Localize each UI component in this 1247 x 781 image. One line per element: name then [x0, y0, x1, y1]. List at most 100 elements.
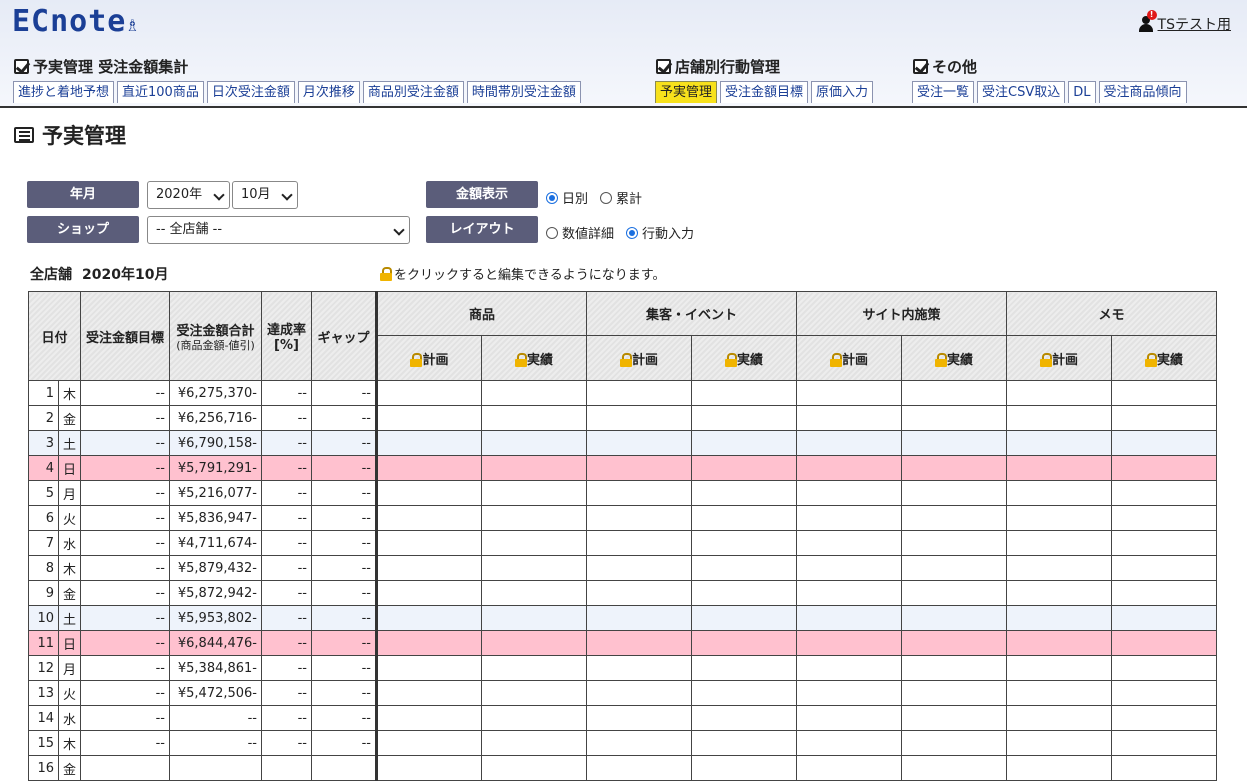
row-action-cell[interactable] — [1006, 705, 1112, 731]
row-action-cell[interactable] — [481, 430, 587, 456]
shop-select[interactable]: -- 全店舗 -- — [147, 216, 410, 244]
row-action-cell[interactable] — [375, 480, 482, 506]
row-action-cell[interactable] — [1111, 605, 1217, 631]
row-action-cell[interactable] — [691, 755, 797, 781]
row-action-cell[interactable] — [1006, 730, 1112, 756]
row-action-cell[interactable] — [1111, 405, 1217, 431]
row-action-cell[interactable] — [481, 680, 587, 706]
row-action-cell[interactable] — [481, 405, 587, 431]
row-action-cell[interactable] — [901, 455, 1007, 481]
row-action-cell[interactable] — [1111, 505, 1217, 531]
row-action-cell[interactable] — [1006, 755, 1112, 781]
row-action-cell[interactable] — [1111, 480, 1217, 506]
row-action-cell[interactable] — [375, 380, 482, 406]
row-action-cell[interactable] — [691, 680, 797, 706]
row-action-cell[interactable] — [586, 755, 692, 781]
row-action-cell[interactable] — [1006, 455, 1112, 481]
row-action-cell[interactable] — [1006, 580, 1112, 606]
row-action-cell[interactable] — [796, 605, 902, 631]
tab-progress[interactable]: 進捗と着地予想 — [13, 81, 115, 103]
row-action-cell[interactable] — [901, 655, 1007, 681]
row-action-cell[interactable] — [1006, 505, 1112, 531]
row-action-cell[interactable] — [1006, 555, 1112, 581]
row-action-cell[interactable] — [1111, 380, 1217, 406]
row-action-cell[interactable] — [481, 655, 587, 681]
row-action-cell[interactable] — [691, 430, 797, 456]
row-action-cell[interactable] — [481, 380, 587, 406]
row-action-cell[interactable] — [1111, 455, 1217, 481]
row-action-cell[interactable] — [901, 580, 1007, 606]
row-action-cell[interactable] — [796, 680, 902, 706]
tab-yojitsu-kanri[interactable]: 予実管理 — [655, 81, 718, 103]
row-action-cell[interactable] — [1006, 405, 1112, 431]
row-action-cell[interactable] — [901, 380, 1007, 406]
row-action-cell[interactable] — [586, 530, 692, 556]
radio-detail-label[interactable]: 数値詳細 — [562, 223, 614, 242]
month-select[interactable]: 10月 — [232, 181, 298, 209]
row-action-cell[interactable] — [796, 630, 902, 656]
row-action-cell[interactable] — [1111, 705, 1217, 731]
row-action-cell[interactable] — [375, 430, 482, 456]
row-action-cell[interactable] — [481, 730, 587, 756]
radio-cumulative[interactable] — [600, 191, 613, 204]
tab-product-trend[interactable]: 受注商品傾向 — [1098, 81, 1187, 103]
user-name-link[interactable]: TSテスト用 — [1158, 14, 1231, 34]
row-action-cell[interactable] — [796, 405, 902, 431]
row-action-cell[interactable] — [1111, 680, 1217, 706]
row-action-cell[interactable] — [1111, 755, 1217, 781]
row-action-cell[interactable] — [375, 505, 482, 531]
row-action-cell[interactable] — [375, 730, 482, 756]
row-action-cell[interactable] — [901, 430, 1007, 456]
row-action-cell[interactable] — [586, 605, 692, 631]
row-action-cell[interactable] — [481, 530, 587, 556]
row-action-cell[interactable] — [481, 705, 587, 731]
row-action-cell[interactable] — [375, 755, 482, 781]
row-action-cell[interactable] — [796, 705, 902, 731]
row-action-cell[interactable] — [691, 505, 797, 531]
row-action-cell[interactable] — [691, 380, 797, 406]
row-action-cell[interactable] — [691, 480, 797, 506]
radio-cumulative-label[interactable]: 累計 — [616, 188, 642, 207]
row-action-cell[interactable] — [481, 755, 587, 781]
row-action-cell[interactable] — [691, 730, 797, 756]
tab-product-orders[interactable]: 商品別受注金額 — [362, 81, 464, 103]
row-action-cell[interactable] — [1111, 530, 1217, 556]
row-action-cell[interactable] — [691, 455, 797, 481]
radio-detail[interactable] — [546, 226, 558, 239]
tab-order-target[interactable]: 受注金額目標 — [720, 81, 809, 103]
row-action-cell[interactable] — [481, 505, 587, 531]
row-action-cell[interactable] — [796, 430, 902, 456]
app-logo[interactable]: ECnote♗ — [12, 4, 139, 39]
row-action-cell[interactable] — [586, 455, 692, 481]
row-action-cell[interactable] — [1006, 655, 1112, 681]
header-site-plan[interactable]: 計画 — [796, 335, 902, 381]
row-action-cell[interactable] — [1111, 630, 1217, 656]
row-action-cell[interactable] — [1111, 655, 1217, 681]
radio-action-label[interactable]: 行動入力 — [642, 223, 694, 242]
row-action-cell[interactable] — [796, 655, 902, 681]
row-action-cell[interactable] — [375, 705, 482, 731]
row-action-cell[interactable] — [1111, 730, 1217, 756]
row-action-cell[interactable] — [691, 580, 797, 606]
tab-cost-input[interactable]: 原価入力 — [811, 81, 874, 103]
tab-hourly-orders[interactable]: 時間帯別受注金額 — [466, 81, 581, 103]
radio-action[interactable] — [626, 226, 639, 239]
row-action-cell[interactable] — [796, 455, 902, 481]
row-action-cell[interactable] — [1111, 555, 1217, 581]
header-event-plan[interactable]: 計画 — [586, 335, 692, 381]
tab-csv-import[interactable]: 受注CSV取込 — [977, 81, 1066, 103]
row-action-cell[interactable] — [586, 680, 692, 706]
row-action-cell[interactable] — [375, 580, 482, 606]
row-action-cell[interactable] — [901, 730, 1007, 756]
row-action-cell[interactable] — [1006, 430, 1112, 456]
row-action-cell[interactable] — [1006, 630, 1112, 656]
row-action-cell[interactable] — [375, 555, 482, 581]
row-action-cell[interactable] — [586, 705, 692, 731]
row-action-cell[interactable] — [1006, 680, 1112, 706]
row-action-cell[interactable] — [586, 655, 692, 681]
checkbox-icon[interactable] — [656, 58, 671, 74]
row-action-cell[interactable] — [796, 755, 902, 781]
row-action-cell[interactable] — [481, 630, 587, 656]
tab-recent-100[interactable]: 直近100商品 — [117, 81, 204, 103]
row-action-cell[interactable] — [375, 530, 482, 556]
